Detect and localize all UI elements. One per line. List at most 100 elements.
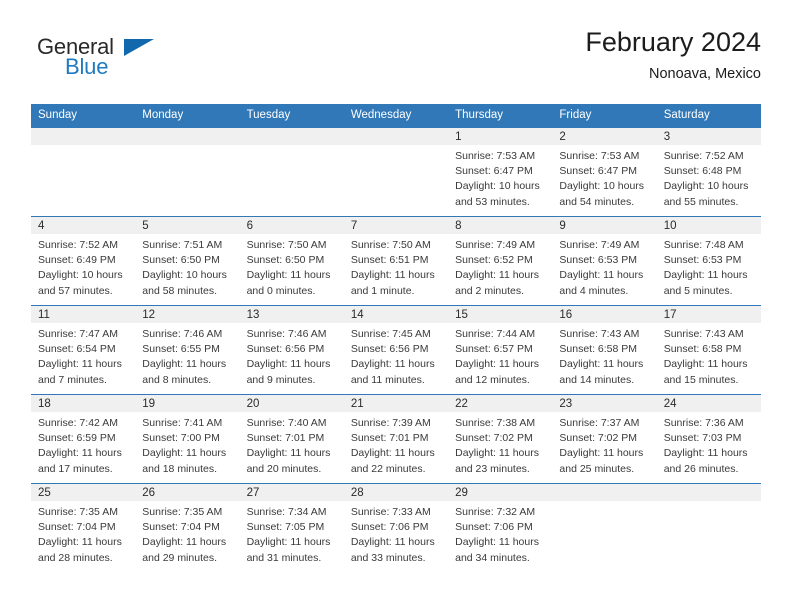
day-details: Sunrise: 7:39 AM Sunset: 7:01 PM Dayligh… <box>344 412 448 477</box>
day-cell[interactable]: 3 Sunrise: 7:52 AM Sunset: 6:48 PM Dayli… <box>656 127 761 216</box>
day-cell[interactable]: 1 Sunrise: 7:53 AM Sunset: 6:47 PM Dayli… <box>448 127 553 216</box>
day-cell[interactable]: 14 Sunrise: 7:45 AM Sunset: 6:56 PM Dayl… <box>343 305 449 394</box>
daylight-text-line1: Daylight: 11 hours <box>559 358 644 371</box>
daylight-text-line2: and 8 minutes. <box>142 373 212 386</box>
day-details <box>135 145 239 149</box>
day-cell[interactable]: 29 Sunrise: 7:32 AM Sunset: 7:06 PM Dayl… <box>448 483 553 572</box>
day-number: 28 <box>343 484 449 501</box>
daylight-text-line1: Daylight: 11 hours <box>246 269 331 282</box>
sunrise-text: Sunrise: 7:34 AM <box>246 506 327 518</box>
page-title: February 2024 <box>585 27 761 57</box>
daylight-text-line1: Daylight: 11 hours <box>38 447 122 460</box>
day-cell[interactable]: 15 Sunrise: 7:44 AM Sunset: 6:57 PM Dayl… <box>448 305 553 394</box>
sunset-text: Sunset: 7:04 PM <box>142 521 220 534</box>
page-header: General Blue February 2024 Nonoava, Mexi… <box>31 26 761 94</box>
daylight-text-line2: and 7 minutes. <box>38 373 107 386</box>
day-cell[interactable]: 11 Sunrise: 7:47 AM Sunset: 6:54 PM Dayl… <box>31 305 136 394</box>
day-cell[interactable]: 7 Sunrise: 7:50 AM Sunset: 6:51 PM Dayli… <box>343 216 449 305</box>
day-number: 2 <box>552 128 657 145</box>
day-cell[interactable] <box>343 127 449 216</box>
daylight-text-line2: and 22 minutes. <box>350 462 426 475</box>
sunrise-text: Sunrise: 7:39 AM <box>350 417 431 429</box>
sunrise-text: Sunrise: 7:51 AM <box>142 239 223 251</box>
daylight-text-line2: and 33 minutes. <box>350 551 426 564</box>
daylight-text-line1: Daylight: 11 hours <box>455 358 539 371</box>
day-number: 13 <box>239 306 344 323</box>
day-details: Sunrise: 7:35 AM Sunset: 7:04 PM Dayligh… <box>135 501 239 566</box>
day-cell[interactable]: 26 Sunrise: 7:35 AM Sunset: 7:04 PM Dayl… <box>135 483 240 572</box>
daylight-text-line1: Daylight: 11 hours <box>455 536 539 549</box>
sunset-text: Sunset: 6:47 PM <box>559 165 638 178</box>
daylight-text-line2: and 15 minutes. <box>663 373 739 386</box>
day-cell[interactable] <box>552 483 657 572</box>
day-cell[interactable]: 2 Sunrise: 7:53 AM Sunset: 6:47 PM Dayli… <box>552 127 657 216</box>
daylight-text-line2: and 5 minutes. <box>663 284 733 297</box>
day-number <box>239 128 344 145</box>
day-cell[interactable]: 28 Sunrise: 7:33 AM Sunset: 7:06 PM Dayl… <box>343 483 449 572</box>
sunset-text: Sunset: 7:02 PM <box>559 432 638 445</box>
day-cell[interactable]: 19 Sunrise: 7:41 AM Sunset: 7:00 PM Dayl… <box>135 394 240 483</box>
daylight-text-line1: Daylight: 10 hours <box>142 269 227 282</box>
day-number: 18 <box>31 395 136 412</box>
day-cell[interactable]: 13 Sunrise: 7:46 AM Sunset: 6:56 PM Dayl… <box>239 305 344 394</box>
sunrise-text: Sunrise: 7:45 AM <box>350 328 431 340</box>
sunset-text: Sunset: 6:59 PM <box>38 432 116 445</box>
day-cell[interactable]: 24 Sunrise: 7:36 AM Sunset: 7:03 PM Dayl… <box>656 394 761 483</box>
day-details: Sunrise: 7:53 AM Sunset: 6:47 PM Dayligh… <box>552 145 656 210</box>
day-cell[interactable] <box>239 127 344 216</box>
day-cell[interactable]: 17 Sunrise: 7:43 AM Sunset: 6:58 PM Dayl… <box>656 305 761 394</box>
day-details <box>552 501 656 505</box>
day-number: 26 <box>135 484 240 501</box>
daylight-text-line1: Daylight: 11 hours <box>455 447 539 460</box>
sunset-text: Sunset: 6:54 PM <box>38 343 116 356</box>
sunset-text: Sunset: 7:06 PM <box>455 521 533 534</box>
daylight-text-line2: and 29 minutes. <box>142 551 217 564</box>
day-cell[interactable]: 16 Sunrise: 7:43 AM Sunset: 6:58 PM Dayl… <box>552 305 657 394</box>
sunset-text: Sunset: 6:53 PM <box>663 254 742 267</box>
sunrise-text: Sunrise: 7:49 AM <box>455 239 536 251</box>
daylight-text-line2: and 2 minutes. <box>455 284 525 297</box>
sunrise-text: Sunrise: 7:53 AM <box>559 150 640 162</box>
day-number: 12 <box>135 306 240 323</box>
day-number: 27 <box>239 484 344 501</box>
daylight-text-line2: and 25 minutes. <box>559 462 635 475</box>
day-cell[interactable]: 6 Sunrise: 7:50 AM Sunset: 6:50 PM Dayli… <box>239 216 344 305</box>
day-number: 6 <box>239 217 344 234</box>
sunrise-text: Sunrise: 7:50 AM <box>246 239 327 251</box>
daylight-text-line2: and 54 minutes. <box>559 195 635 208</box>
day-cell[interactable] <box>31 127 136 216</box>
sunset-text: Sunset: 6:56 PM <box>350 343 429 356</box>
day-cell[interactable]: 10 Sunrise: 7:48 AM Sunset: 6:53 PM Dayl… <box>656 216 761 305</box>
day-cell[interactable]: 18 Sunrise: 7:42 AM Sunset: 6:59 PM Dayl… <box>31 394 136 483</box>
day-details: Sunrise: 7:34 AM Sunset: 7:05 PM Dayligh… <box>240 501 344 566</box>
sunset-text: Sunset: 6:53 PM <box>559 254 638 267</box>
daylight-text-line1: Daylight: 11 hours <box>663 447 748 460</box>
sunrise-text: Sunrise: 7:36 AM <box>663 417 744 429</box>
day-cell[interactable]: 12 Sunrise: 7:46 AM Sunset: 6:55 PM Dayl… <box>135 305 240 394</box>
day-cell[interactable] <box>656 483 761 572</box>
day-cell[interactable]: 23 Sunrise: 7:37 AM Sunset: 7:02 PM Dayl… <box>552 394 657 483</box>
weekday-header-row: Sunday Monday Tuesday Wednesday Thursday… <box>31 104 761 127</box>
title-block: February 2024 Nonoava, Mexico <box>585 26 761 84</box>
daylight-text-line2: and 17 minutes. <box>38 462 113 475</box>
day-cell[interactable]: 20 Sunrise: 7:40 AM Sunset: 7:01 PM Dayl… <box>239 394 344 483</box>
day-details: Sunrise: 7:52 AM Sunset: 6:48 PM Dayligh… <box>657 145 761 210</box>
day-number: 23 <box>552 395 657 412</box>
day-details: Sunrise: 7:32 AM Sunset: 7:06 PM Dayligh… <box>448 501 552 566</box>
logo-text-blue: Blue <box>65 54 109 79</box>
daylight-text-line1: Daylight: 10 hours <box>559 180 645 193</box>
daylight-text-line2: and 20 minutes. <box>246 462 322 475</box>
day-cell[interactable]: 4 Sunrise: 7:52 AM Sunset: 6:49 PM Dayli… <box>31 216 136 305</box>
day-number: 21 <box>343 395 449 412</box>
day-cell[interactable]: 5 Sunrise: 7:51 AM Sunset: 6:50 PM Dayli… <box>135 216 240 305</box>
day-cell[interactable]: 9 Sunrise: 7:49 AM Sunset: 6:53 PM Dayli… <box>552 216 657 305</box>
day-cell[interactable]: 27 Sunrise: 7:34 AM Sunset: 7:05 PM Dayl… <box>239 483 344 572</box>
day-cell[interactable] <box>135 127 240 216</box>
day-cell[interactable]: 22 Sunrise: 7:38 AM Sunset: 7:02 PM Dayl… <box>448 394 553 483</box>
day-cell[interactable]: 25 Sunrise: 7:35 AM Sunset: 7:04 PM Dayl… <box>31 483 136 572</box>
daylight-text-line2: and 12 minutes. <box>455 373 530 386</box>
day-cell[interactable]: 21 Sunrise: 7:39 AM Sunset: 7:01 PM Dayl… <box>343 394 449 483</box>
day-number: 16 <box>552 306 657 323</box>
sunrise-text: Sunrise: 7:47 AM <box>38 328 118 340</box>
day-cell[interactable]: 8 Sunrise: 7:49 AM Sunset: 6:52 PM Dayli… <box>448 216 553 305</box>
